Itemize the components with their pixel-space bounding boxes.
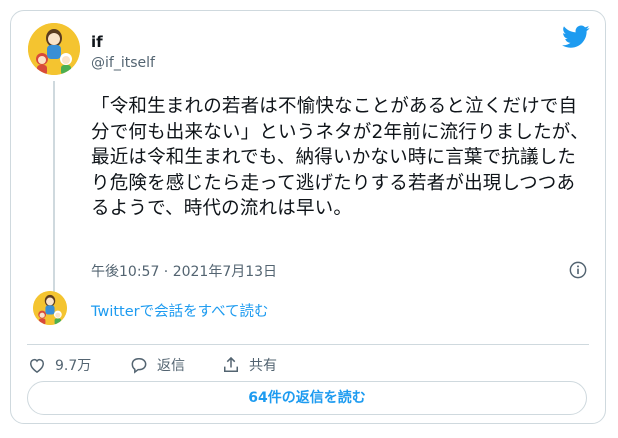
- user-name[interactable]: if: [91, 33, 103, 51]
- divider: [27, 344, 589, 345]
- info-icon[interactable]: [569, 261, 587, 279]
- read-conversation-link[interactable]: Twitterで会話をすべて読む: [91, 300, 269, 321]
- reply-button[interactable]: 返信: [129, 355, 185, 375]
- avatar-small-illustration: [33, 291, 67, 325]
- reply-label: 返信: [157, 358, 185, 374]
- tweet-card: if @if_itself 「令和生まれの若者は不愉快なことがあると泣くだけで自…: [10, 10, 606, 424]
- tweet-text: 「令和生まれの若者は不愉快なことがあると泣くだけで自分で何も出来ない」というネタ…: [91, 96, 589, 219]
- avatar-illustration: [28, 23, 80, 75]
- read-replies-button[interactable]: 64件の返信を読む: [27, 381, 587, 415]
- share-button[interactable]: 共有: [221, 355, 277, 375]
- user-handle[interactable]: @if_itself: [91, 55, 155, 71]
- tweet-timestamp[interactable]: 午後10:57 · 2021年7月13日: [91, 261, 277, 281]
- share-label: 共有: [249, 358, 277, 374]
- thread-line: [53, 81, 55, 293]
- reply-icon: [131, 358, 147, 374]
- twitter-bird-icon[interactable]: [562, 25, 590, 49]
- share-icon: [224, 356, 238, 372]
- avatar[interactable]: [28, 23, 80, 75]
- like-button[interactable]: 9.7万: [27, 355, 91, 375]
- like-count: 9.7万: [55, 358, 92, 374]
- avatar-small[interactable]: [33, 291, 67, 325]
- heart-icon: [29, 358, 45, 373]
